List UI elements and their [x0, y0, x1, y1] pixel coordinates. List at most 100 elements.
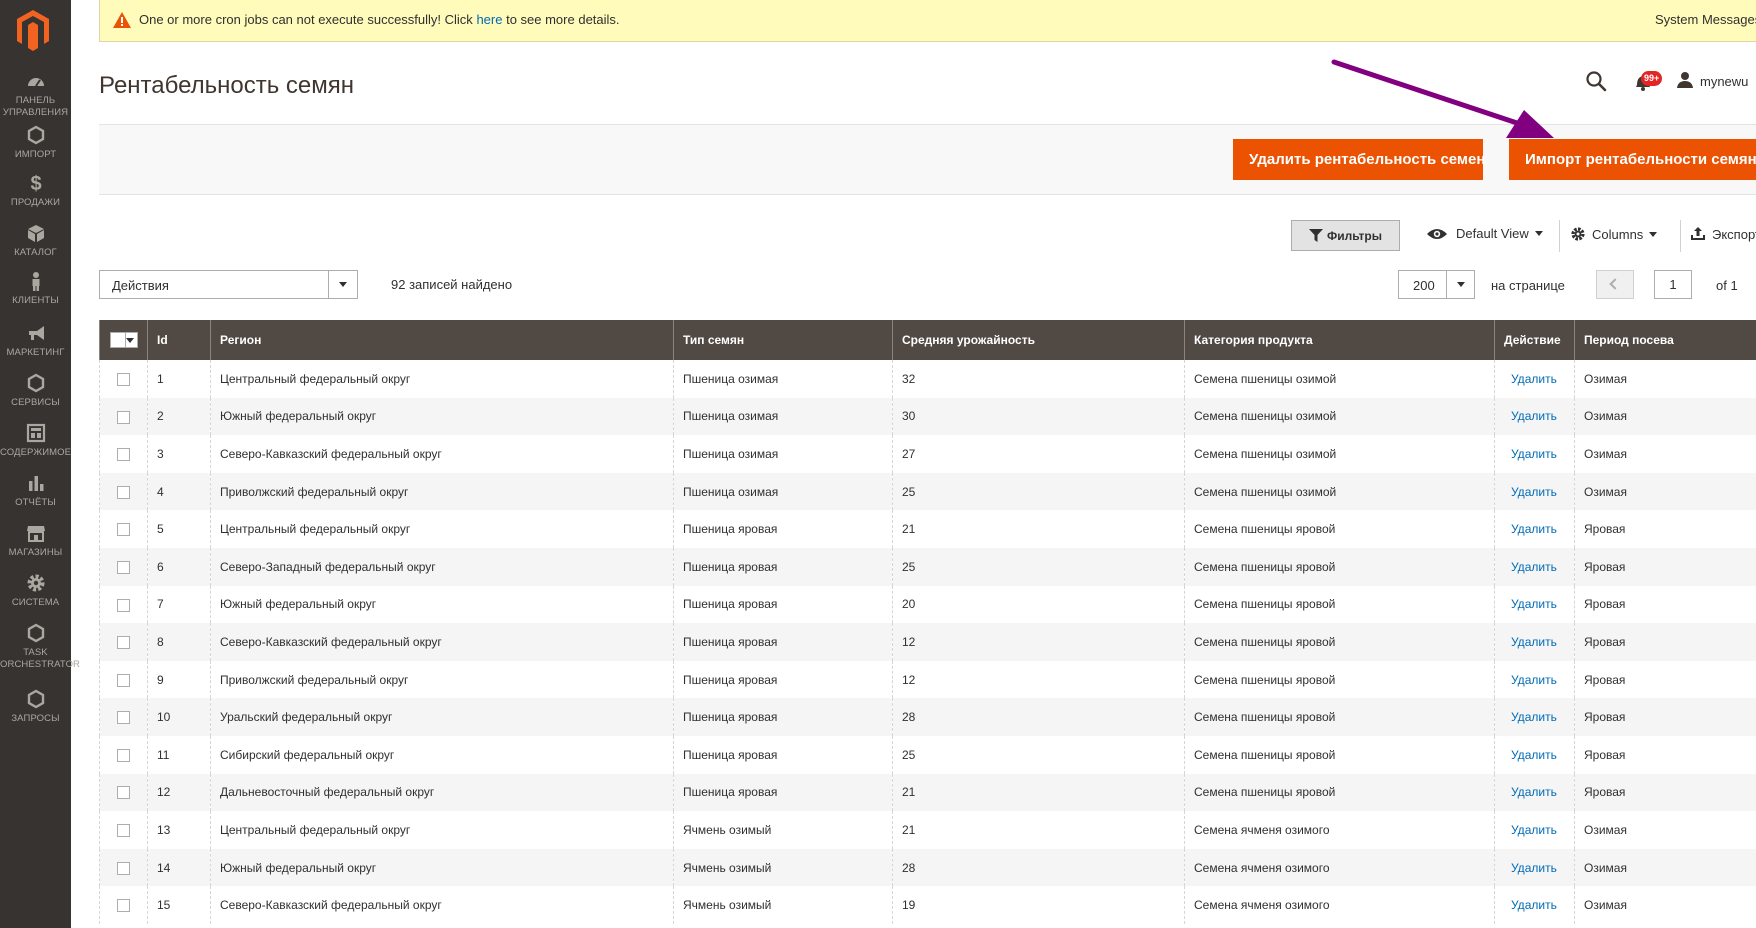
- row-checkbox[interactable]: [117, 899, 130, 913]
- filters-label: Фильтры: [1326, 228, 1383, 243]
- mass-actions-toggle[interactable]: [328, 271, 357, 298]
- row-checkbox[interactable]: [117, 636, 130, 650]
- seed-profitability-grid: Id Регион Тип семян Средняя урожайность …: [99, 320, 1756, 924]
- sidebar-item-label: СИСТЕМА: [11, 597, 60, 608]
- cell-select: [99, 510, 148, 548]
- per-page-toggle[interactable]: [1446, 271, 1474, 298]
- cell-region: Приволжский федеральный округ: [210, 660, 674, 699]
- sidebar-item-10[interactable]: СИСТЕМА: [0, 572, 71, 609]
- column-header-region[interactable]: Регион: [210, 320, 674, 360]
- cell-seed-type: Пшеница яровая: [673, 510, 893, 548]
- cell-sowing-period: Яровая: [1574, 660, 1756, 699]
- cell-region: Уральский федеральный округ: [210, 698, 674, 736]
- row-checkbox[interactable]: [117, 560, 130, 574]
- row-checkbox[interactable]: [117, 410, 130, 424]
- bar-chart-icon: [28, 476, 43, 491]
- cell-product-category: Семена пшеницы яровой: [1184, 773, 1495, 812]
- sidebar-item-9[interactable]: МАГАЗИНЫ: [0, 522, 71, 559]
- delete-row-link[interactable]: Удалить: [1511, 635, 1557, 649]
- cell-id: 2: [147, 397, 211, 436]
- row-checkbox[interactable]: [117, 598, 130, 612]
- row-checkbox[interactable]: [117, 861, 130, 875]
- sidebar-item-5[interactable]: МАРКЕТИНГ: [0, 322, 71, 359]
- delete-row-link[interactable]: Удалить: [1511, 372, 1557, 386]
- cube-icon: [27, 225, 44, 242]
- row-checkbox[interactable]: [117, 786, 130, 800]
- row-checkbox[interactable]: [117, 673, 130, 687]
- row-checkbox[interactable]: [117, 824, 130, 838]
- filters-button[interactable]: Фильтры: [1291, 220, 1400, 251]
- cell-id: 11: [147, 735, 211, 774]
- delete-row-link[interactable]: Удалить: [1511, 823, 1557, 837]
- column-header-sowing-period[interactable]: Период посева: [1574, 320, 1756, 360]
- search-icon[interactable]: [1585, 70, 1607, 92]
- sidebar-item-7[interactable]: СОДЕРЖИМОЕ: [0, 422, 71, 459]
- column-header-id[interactable]: Id: [147, 320, 211, 360]
- row-checkbox[interactable]: [117, 711, 130, 725]
- admin-username[interactable]: mynewu: [1700, 74, 1748, 89]
- row-checkbox[interactable]: [117, 448, 130, 462]
- delete-row-link[interactable]: Удалить: [1511, 522, 1557, 536]
- cell-sowing-period: Озимая: [1574, 397, 1756, 436]
- cell-seed-type: Пшеница яровая: [673, 585, 893, 624]
- import-seed-profitability-button[interactable]: Импорт рентабельности семян: [1509, 139, 1756, 180]
- delete-row-link[interactable]: Удалить: [1511, 447, 1557, 461]
- cell-seed-type: Пшеница яровая: [673, 547, 893, 586]
- sidebar-item-6[interactable]: СЕРВИСЫ: [0, 372, 71, 409]
- row-checkbox[interactable]: [117, 372, 130, 386]
- cell-seed-type: Пшеница озимая: [673, 472, 893, 511]
- export-switcher[interactable]: Экспорт: [1690, 226, 1756, 242]
- mass-actions-dropdown[interactable]: Действия: [99, 270, 358, 299]
- sidebar-item-12[interactable]: ЗАПРОСЫ: [0, 688, 71, 725]
- sidebar-item-0[interactable]: ПАНЕЛЬ УПРАВЛЕНИЯ: [0, 70, 71, 119]
- delete-row-link[interactable]: Удалить: [1511, 409, 1557, 423]
- cell-product-category: Семена пшеницы озимой: [1184, 397, 1495, 436]
- select-all-checkbox[interactable]: [110, 332, 138, 348]
- delete-row-link[interactable]: Удалить: [1511, 485, 1557, 499]
- previous-page-button[interactable]: [1596, 270, 1634, 299]
- sidebar-item-11[interactable]: TASK ORCHESTRATOR: [0, 622, 80, 671]
- cell-average-yield: 28: [892, 698, 1185, 736]
- sidebar-item-4[interactable]: КЛИЕНТЫ: [0, 270, 71, 307]
- sidebar-item-2[interactable]: $ ПРОДАЖИ: [0, 172, 71, 209]
- cell-select: [99, 848, 148, 887]
- per-page-dropdown[interactable]: 200: [1398, 270, 1475, 299]
- warning-icon: [113, 12, 131, 28]
- row-checkbox[interactable]: [117, 523, 130, 537]
- delete-row-link[interactable]: Удалить: [1511, 597, 1557, 611]
- current-page-input[interactable]: [1654, 270, 1692, 299]
- notice-details-link[interactable]: here: [476, 12, 502, 27]
- sidebar-item-1[interactable]: ИМПОРТ: [0, 124, 71, 161]
- delete-row-link[interactable]: Удалить: [1511, 748, 1557, 762]
- column-header-average-yield[interactable]: Средняя урожайность: [892, 320, 1185, 360]
- column-header-seed-type[interactable]: Тип семян: [673, 320, 893, 360]
- notifications-badge[interactable]: 99+: [1641, 71, 1663, 86]
- system-messages-link[interactable]: System Messages: [1655, 12, 1756, 27]
- delete-row-link[interactable]: Удалить: [1511, 861, 1557, 875]
- delete-row-link[interactable]: Удалить: [1511, 898, 1557, 912]
- view-switcher[interactable]: Default View: [1426, 226, 1543, 241]
- table-row: 8 Северо-Кавказский федеральный округ Пшен…: [99, 623, 1756, 661]
- delete-row-link[interactable]: Удалить: [1511, 710, 1557, 724]
- table-row: 2 Южный федеральный округ Пшеница озимая 30…: [99, 397, 1756, 436]
- cell-seed-type: Ячмень озимый: [673, 886, 893, 924]
- sidebar-item-3[interactable]: КАТАЛОГ: [0, 222, 71, 259]
- cell-average-yield: 28: [892, 848, 1185, 887]
- magento-logo-icon[interactable]: [14, 8, 52, 52]
- columns-switcher[interactable]: Columns: [1570, 226, 1658, 242]
- column-header-product-category[interactable]: Категория продукта: [1184, 320, 1495, 360]
- row-checkbox[interactable]: [117, 485, 130, 499]
- cell-select: [99, 435, 148, 473]
- delete-row-link[interactable]: Удалить: [1511, 785, 1557, 799]
- sidebar-item-label: КАТАЛОГ: [14, 247, 57, 258]
- user-icon[interactable]: [1676, 71, 1694, 89]
- delete-row-link[interactable]: Удалить: [1511, 560, 1557, 574]
- sidebar-item-8[interactable]: ОТЧЁТЫ: [0, 472, 71, 509]
- row-checkbox[interactable]: [117, 748, 130, 762]
- cell-region: Центральный федеральный округ: [210, 510, 674, 548]
- cell-region: Приволжский федеральный округ: [210, 472, 674, 511]
- delete-seed-profitability-button[interactable]: Удалить рентабельность семен: [1233, 139, 1485, 180]
- delete-row-link[interactable]: Удалить: [1511, 673, 1557, 687]
- cell-id: 5: [147, 510, 211, 548]
- cell-product-category: Семена ячменя озимого: [1184, 848, 1495, 887]
